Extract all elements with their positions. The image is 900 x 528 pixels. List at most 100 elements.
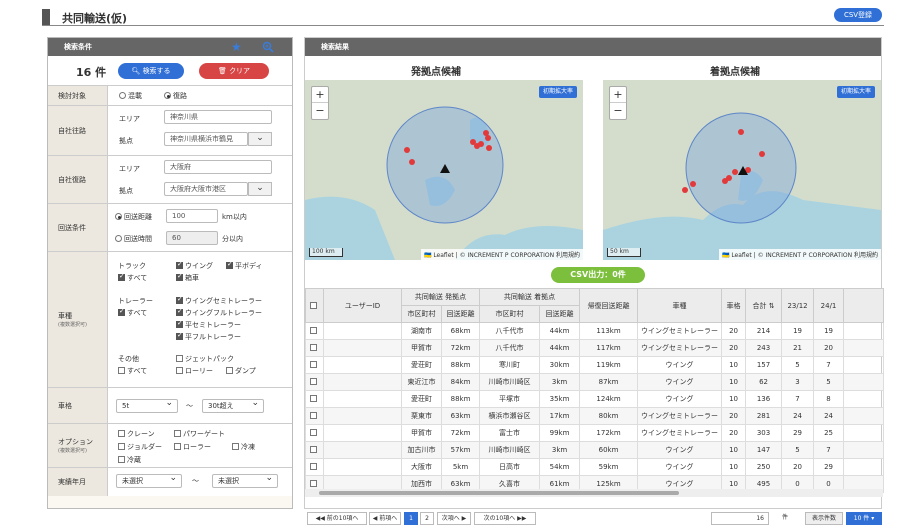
row-checkbox[interactable] — [305, 373, 324, 391]
roller-check[interactable]: ローラー — [174, 442, 211, 452]
cell-arr-city: 川崎市川崎区 — [479, 441, 541, 459]
pager-next-10[interactable]: 次の10項へ ▶▶ — [474, 512, 536, 525]
row-checkbox[interactable] — [305, 424, 324, 442]
lorry-check[interactable]: ローリー — [176, 366, 213, 376]
cell-month-2: 7 — [813, 356, 845, 374]
cell-dep-city: 愛荘町 — [401, 356, 442, 374]
return-area-input[interactable]: 大阪府 — [164, 160, 272, 174]
title-marker — [42, 9, 50, 25]
csv-register-button[interactable]: CSV登録 — [834, 8, 882, 22]
table-row[interactable]: 加古川市 57km 川崎市川崎区 3km 60km ウイング 10 147 5 7 — [305, 441, 885, 459]
period-separator: 〜 — [192, 477, 199, 485]
chevron-down-icon[interactable]: ⌄ — [248, 182, 272, 196]
flat-body-check[interactable]: 平ボディ — [226, 260, 263, 271]
zoom-in-button[interactable]: + — [312, 87, 328, 103]
other-all-check[interactable]: すべて — [118, 366, 147, 376]
power-gate-check[interactable]: パワーゲート — [174, 429, 225, 439]
zoom-search-icon[interactable] — [262, 41, 274, 53]
csv-export-button[interactable]: CSV出力：0件 — [551, 267, 645, 283]
departure-map[interactable]: + − 初期拡大率 100 km 🇺🇦 Leaflet | © INCREMENT… — [305, 80, 583, 260]
grade-to-select[interactable]: 30t超え — [202, 397, 264, 413]
flat-full-check[interactable]: 平フルトレーラー — [176, 331, 241, 342]
header-checkbox[interactable] — [305, 288, 324, 323]
scrollbar-thumb[interactable] — [319, 491, 679, 495]
period-to-select[interactable]: 未選択 — [212, 472, 278, 488]
per-page-select[interactable]: 10 件 ▾ — [846, 512, 882, 525]
col-total[interactable]: 合計 ⇅ — [745, 288, 783, 323]
zoom-in-button[interactable]: + — [610, 87, 626, 103]
star-icon[interactable]: ★ — [231, 40, 242, 54]
cell-month-2: 19 — [813, 322, 845, 340]
row-checkbox[interactable] — [305, 356, 324, 374]
search-button[interactable]: 🔍︎ 検索する — [118, 63, 184, 79]
arrival-map[interactable]: + − 初期拡大率 50 km 🇺🇦 Leaflet | © INCREMENT … — [603, 80, 881, 260]
wing-full-check[interactable]: ウイングフルトレーラー — [176, 307, 262, 318]
arrival-zoom-control: + − — [609, 86, 627, 120]
row-checkbox[interactable] — [305, 322, 324, 340]
field-options-label: オプション (複数選択可) — [48, 424, 108, 467]
truck-all-check[interactable]: すべて — [118, 272, 147, 283]
radio-mixed[interactable]: 混載 — [119, 91, 142, 101]
departure-reset-zoom-button[interactable]: 初期拡大率 — [538, 86, 577, 98]
pager-page-1[interactable]: 1 — [404, 512, 418, 525]
table-row[interactable]: 甲賀市 72km 富士市 99km 172km ウイングセミトレーラー 20 303 29 25 — [305, 424, 885, 442]
table-row[interactable]: 大阪市 5km 日高市 54km 59km ウイング 10 250 20 29 — [305, 458, 885, 476]
cell-month-2: 5 — [813, 373, 845, 391]
radio-distance[interactable]: 回送距離 — [115, 212, 152, 222]
chevron-down-icon[interactable]: ⌄ — [248, 132, 272, 146]
departure-attribution[interactable]: 🇺🇦 Leaflet | © INCREMENT P CORPORATION 利… — [420, 249, 583, 260]
col-total-label: 合計 — [752, 301, 767, 310]
box-check[interactable]: 箱車 — [176, 272, 199, 283]
pager-next[interactable]: 次項へ ▶ — [437, 512, 471, 525]
pager-prev-10[interactable]: ◀◀ 前の10項へ — [307, 512, 367, 525]
cell-user-id — [323, 356, 402, 374]
wing-semi-check[interactable]: ウイングセミトレーラー — [176, 295, 262, 306]
checkbox-icon — [310, 301, 317, 309]
table-row[interactable]: 湖南市 68km 八千代市 44km 113km ウイングセミトレーラー 20 214 19 19 — [305, 322, 885, 340]
clear-button[interactable]: 🗑︎ クリア — [199, 63, 269, 79]
wing-check[interactable]: ウイング — [176, 260, 213, 271]
radio-time[interactable]: 回送時間 — [115, 234, 152, 244]
outbound-base-input[interactable]: 神奈川県横浜市鶴見 — [164, 132, 248, 146]
cell-more — [843, 322, 885, 340]
cell-total: 250 — [745, 458, 783, 476]
arrival-reset-zoom-button[interactable]: 初期拡大率 — [836, 86, 875, 98]
table-row[interactable]: 栗東市 63km 横浜市瀬谷区 17km 80km ウイングセミトレーラー 20 281 24 2… — [305, 407, 885, 425]
zoom-out-button[interactable]: − — [610, 103, 626, 119]
table-row[interactable]: 愛荘町 88km 寒川町 30km 119km ウイング 10 157 5 7 — [305, 356, 885, 374]
arrival-attribution[interactable]: 🇺🇦 Leaflet | © INCREMENT P CORPORATION 利… — [718, 249, 881, 260]
row-checkbox[interactable] — [305, 390, 324, 408]
dump-check[interactable]: ダンプ — [226, 366, 256, 376]
jetpack-check[interactable]: ジェットパック — [176, 354, 234, 364]
cell-user-id — [323, 441, 402, 459]
outbound-area-input[interactable]: 神奈川県 — [164, 110, 272, 124]
checkbox-icon — [226, 367, 233, 374]
trailer-all-check[interactable]: すべて — [118, 307, 147, 318]
jolder-check[interactable]: ジョルダー — [118, 442, 162, 452]
grade-from-select[interactable]: 5t — [116, 397, 178, 413]
chilled-check[interactable]: 冷蔵 — [118, 455, 141, 465]
pager-page-2[interactable]: 2 — [420, 512, 434, 525]
table-row[interactable]: 甲賀市 72km 八千代市 44km 117km ウイングセミトレーラー 20 243 21 20 — [305, 339, 885, 357]
frozen-check[interactable]: 冷凍 — [232, 442, 255, 452]
distance-input[interactable]: 100 — [166, 209, 218, 223]
pager-prev[interactable]: ◀ 前項へ — [369, 512, 401, 525]
time-input[interactable]: 60 — [166, 231, 218, 245]
row-checkbox[interactable] — [305, 407, 324, 425]
field-deadhead-label: 回送条件 — [48, 204, 108, 251]
row-checkbox[interactable] — [305, 458, 324, 476]
table-row[interactable]: 愛荘町 88km 平塚市 35km 124km ウイング 10 136 7 8 — [305, 390, 885, 408]
table-scrollbar[interactable] — [305, 489, 883, 497]
zoom-out-button[interactable]: − — [312, 103, 328, 119]
flat-semi-check[interactable]: 平セミトレーラー — [176, 319, 241, 330]
row-checkbox[interactable] — [305, 339, 324, 357]
row-checkbox[interactable] — [305, 441, 324, 459]
return-base-input[interactable]: 大阪府大阪市港区 — [164, 182, 248, 196]
table-row[interactable]: 東近江市 84km 川崎市川崎区 3km 87km ウイング 10 62 3 5 — [305, 373, 885, 391]
cell-return-distance: 119km — [579, 356, 639, 374]
checkbox-icon — [310, 446, 317, 453]
crane-check[interactable]: クレーン — [118, 429, 155, 439]
radio-return[interactable]: 復路 — [164, 91, 187, 101]
period-from-select[interactable]: 未選択 — [116, 472, 182, 488]
field-options: オプション (複数選択可) クレーン パワーゲート ジョルダー ローラー 冷凍 冷… — [48, 424, 292, 468]
